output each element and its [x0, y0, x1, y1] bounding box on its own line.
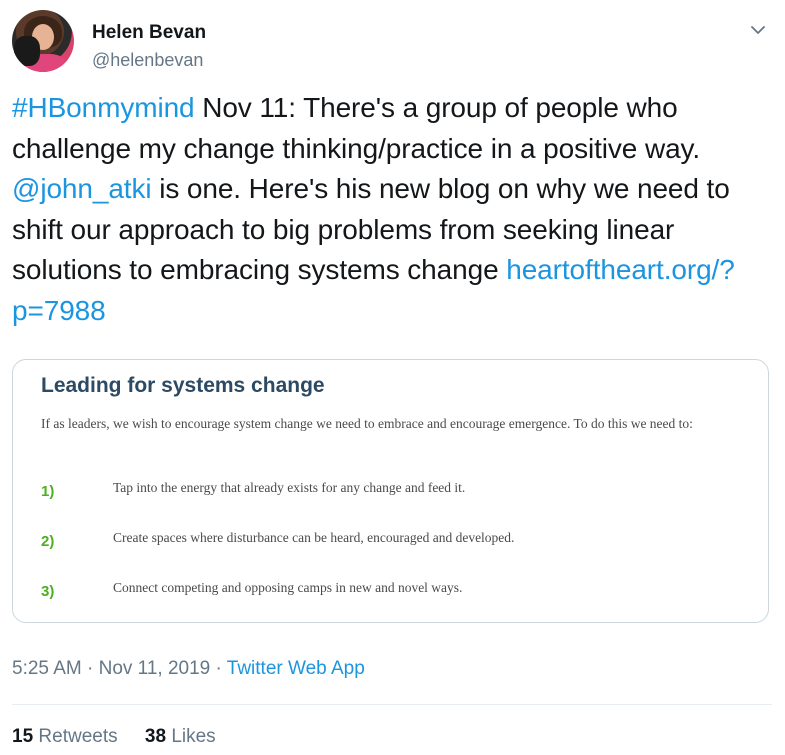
list-item-number: 1) [41, 483, 55, 500]
tweet-meta: 5:25 AM · Nov 11, 2019 · Twitter Web App [12, 658, 365, 680]
tweet-stats: 15 Retweets 38 Likes [12, 726, 238, 748]
avatar-cat [14, 36, 40, 66]
media-card[interactable]: Leading for systems change If as leaders… [12, 359, 769, 623]
retweets-stat[interactable]: 15 Retweets [12, 726, 118, 747]
list-item-text: Tap into the energy that already exists … [113, 480, 466, 495]
likes-count: 38 [144, 726, 167, 747]
chevron-down-icon[interactable] [748, 20, 768, 40]
source-app-link[interactable]: Twitter Web App [227, 658, 365, 679]
divider [12, 704, 772, 705]
avatar[interactable] [12, 10, 74, 72]
hashtag-link[interactable]: #HBonmymind [12, 92, 195, 123]
retweets-count: 15 [12, 726, 34, 747]
user-handle[interactable]: @helenbevan [92, 50, 203, 71]
user-name[interactable]: Helen Bevan [92, 22, 206, 44]
list-item-number: 3) [41, 583, 55, 600]
card-intro: If as leaders, we wish to encourage syst… [41, 416, 693, 431]
tweet-text: #HBonmymind Nov 11: There's a group of p… [12, 88, 772, 331]
list-item-text: Connect competing and opposing camps in … [113, 580, 463, 595]
card-title: Leading for systems change [41, 374, 325, 397]
tweet-time[interactable]: 5:25 AM [12, 658, 82, 679]
tweet-header: Helen Bevan @helenbevan [12, 8, 772, 78]
likes-stat[interactable]: 38 Likes [145, 726, 216, 747]
likes-label: Likes [171, 726, 216, 747]
retweets-label: Retweets [38, 726, 118, 747]
meta-separator: · [210, 658, 227, 679]
meta-separator: · [81, 658, 99, 679]
list-item-text: Create spaces where disturbance can be h… [113, 530, 515, 545]
mention-link[interactable]: @john_atki [12, 173, 152, 204]
list-item-number: 2) [41, 533, 55, 550]
tweet-date[interactable]: Nov 11, 2019 [99, 658, 211, 679]
